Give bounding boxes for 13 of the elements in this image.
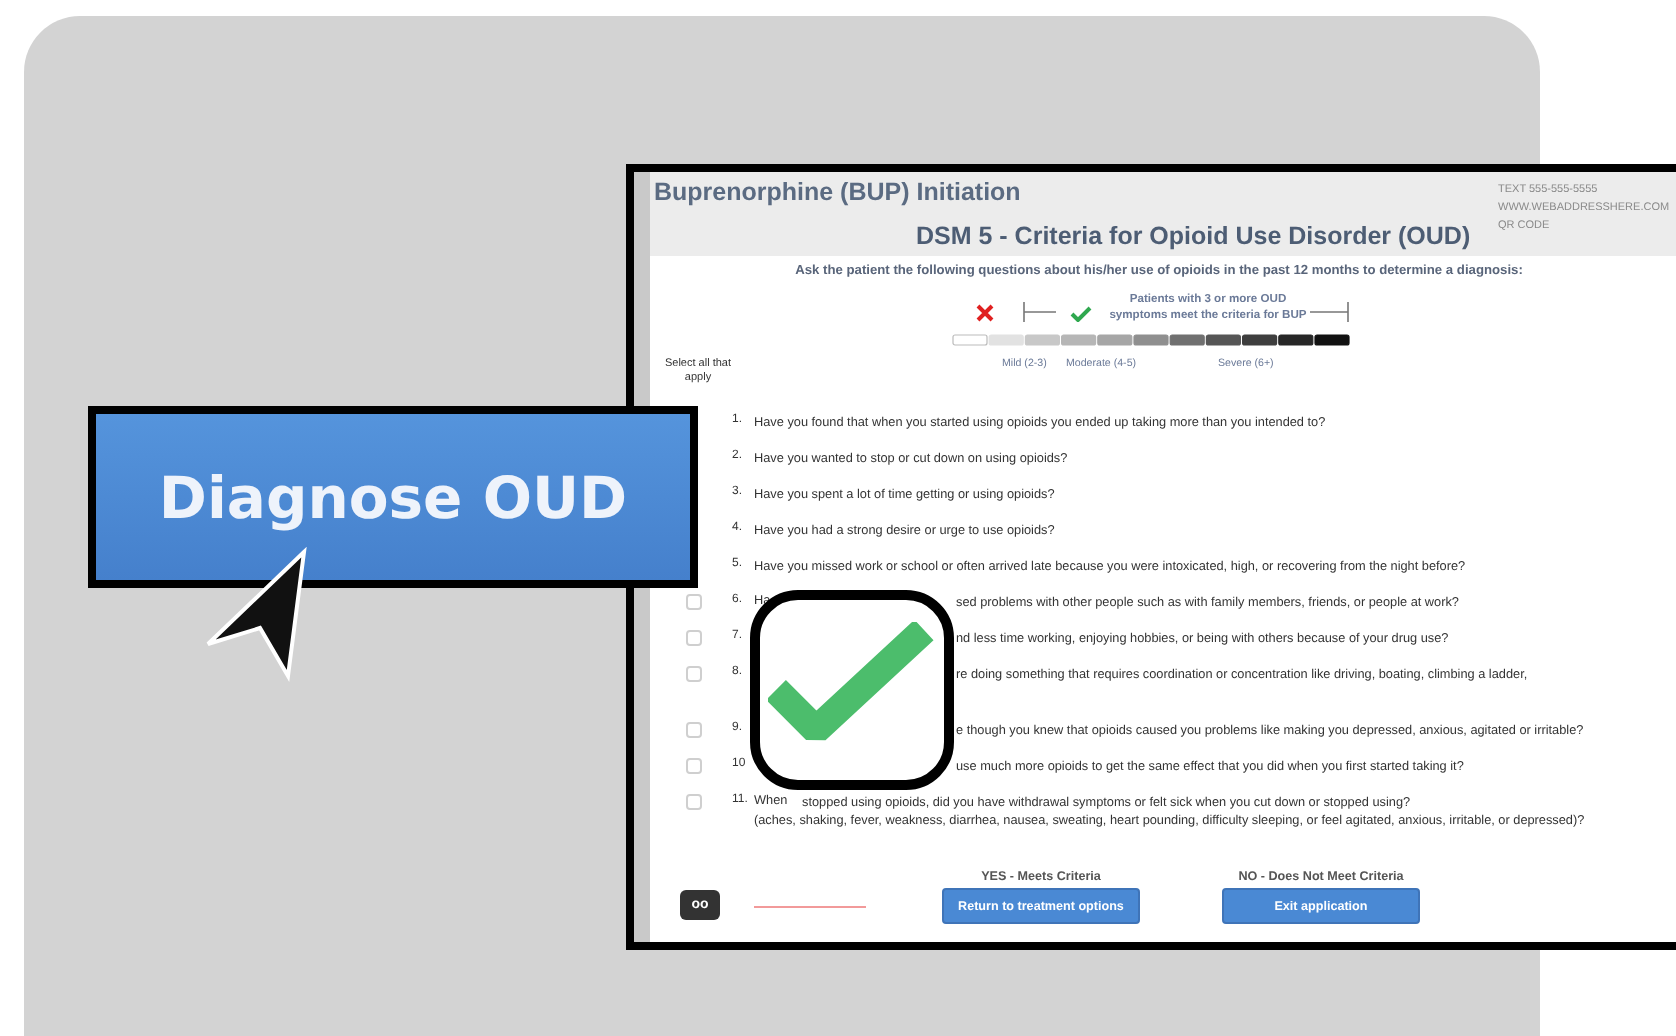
bracket-icon (1022, 302, 1058, 322)
app-title: Buprenorphine (BUP) Initiation (654, 178, 1021, 206)
checkbox[interactable] (686, 594, 702, 610)
checkbox[interactable] (686, 630, 702, 646)
checkbox[interactable] (686, 794, 702, 810)
page-heading: DSM 5 - Criteria for Opioid Use Disorder (OUD) (916, 222, 1471, 250)
checkbox[interactable] (686, 758, 702, 774)
check-icon (1070, 306, 1092, 322)
bracket-icon (1310, 302, 1350, 322)
cross-icon (976, 304, 994, 322)
diagnose-button[interactable]: Diagnose OUD (88, 406, 698, 588)
checkbox[interactable] (686, 722, 702, 738)
checkbox[interactable] (686, 666, 702, 682)
